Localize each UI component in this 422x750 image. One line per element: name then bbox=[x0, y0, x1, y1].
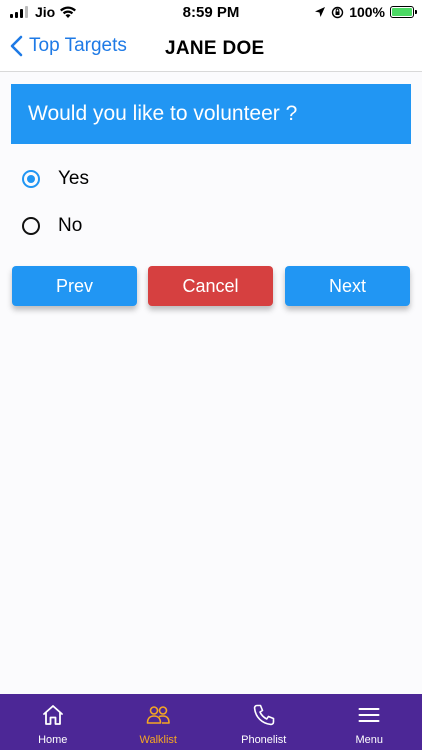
phone-icon bbox=[253, 704, 275, 726]
home-icon bbox=[42, 705, 63, 725]
bottom-tab-bar: Home Walklist Phonelist Menu bbox=[0, 694, 422, 750]
option-label: No bbox=[58, 215, 83, 236]
next-button[interactable]: Next bbox=[285, 266, 410, 306]
tab-phonelist[interactable]: Phonelist bbox=[211, 694, 317, 750]
tab-label: Walklist bbox=[139, 734, 177, 746]
question-banner: Would you like to volunteer ? bbox=[11, 84, 411, 144]
tab-home[interactable]: Home bbox=[0, 694, 106, 750]
tab-label: Phonelist bbox=[241, 734, 287, 746]
option-yes[interactable]: Yes bbox=[22, 168, 89, 190]
cancel-button[interactable]: Cancel bbox=[148, 266, 273, 306]
page-title: JANE DOE bbox=[165, 38, 265, 59]
tab-label: Menu bbox=[355, 734, 384, 746]
radio-unselected-icon[interactable] bbox=[22, 217, 40, 235]
users-icon bbox=[146, 706, 171, 724]
battery-icon bbox=[390, 6, 417, 18]
battery-percent: 100% bbox=[349, 4, 385, 20]
back-button[interactable]: Top Targets bbox=[10, 35, 127, 57]
orientation-lock-icon bbox=[331, 6, 344, 18]
option-no[interactable]: No bbox=[22, 215, 82, 237]
tab-walklist[interactable]: Walklist bbox=[106, 694, 212, 750]
chevron-left-icon bbox=[10, 35, 23, 57]
nav-header: Top Targets JANE DOE bbox=[0, 26, 422, 72]
back-label: Top Targets bbox=[29, 35, 127, 56]
option-label: Yes bbox=[58, 168, 89, 189]
menu-icon bbox=[358, 708, 380, 722]
status-right: 100% bbox=[314, 4, 417, 20]
tab-label: Home bbox=[38, 734, 68, 746]
radio-selected-icon[interactable] bbox=[22, 170, 40, 188]
status-bar: Jio 8:59 PM 100% bbox=[0, 0, 422, 26]
prev-button[interactable]: Prev bbox=[12, 266, 137, 306]
tab-menu[interactable]: Menu bbox=[317, 694, 422, 750]
location-arrow-icon bbox=[315, 7, 326, 17]
